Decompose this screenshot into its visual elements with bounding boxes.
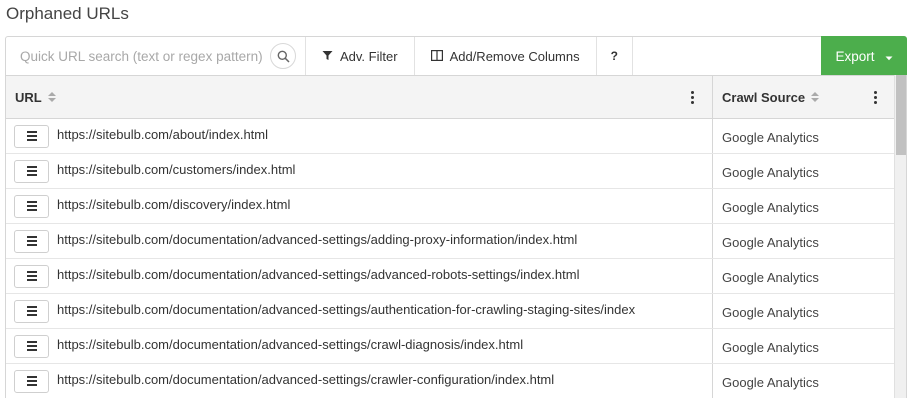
url-cell: https://sitebulb.com/documentation/advan… [6,364,713,398]
column-header-label: Crawl Source [722,89,806,105]
row-menu-button[interactable] [14,334,49,358]
export-button[interactable]: Export [821,36,907,76]
column-header-label: URL [15,89,42,105]
url-text: https://sitebulb.com/documentation/advan… [57,232,578,247]
row-menu-button[interactable] [14,229,49,253]
table-row[interactable]: https://sitebulb.com/about/index.html Go… [6,119,906,154]
url-cell: https://sitebulb.com/discovery/index.htm… [6,189,713,223]
table-row[interactable]: https://sitebulb.com/customers/index.htm… [6,154,906,189]
crawl-source-cell: Google Analytics [722,164,819,180]
column-menu-icon[interactable] [874,91,877,104]
row-menu-button[interactable] [14,369,49,393]
export-label: Export [835,48,875,64]
search-input[interactable] [6,37,268,75]
url-cell: https://sitebulb.com/documentation/advan… [6,259,713,293]
crawl-source-cell: Google Analytics [722,374,819,390]
toolbar: Adv. Filter Add/Remove Columns ? Export [5,36,907,76]
column-header-url[interactable]: URL [6,76,713,118]
data-table: URL Crawl Source https://sitebulb.com/ab… [5,75,907,398]
row-menu-button[interactable] [14,194,49,218]
table-row[interactable]: https://sitebulb.com/discovery/index.htm… [6,189,906,224]
table-row[interactable]: https://sitebulb.com/documentation/advan… [6,259,906,294]
table-row[interactable]: https://sitebulb.com/documentation/advan… [6,364,906,398]
url-text: https://sitebulb.com/customers/index.htm… [57,162,296,177]
url-cell: https://sitebulb.com/documentation/advan… [6,329,713,363]
table-header: URL Crawl Source [6,75,906,119]
row-menu-button[interactable] [14,264,49,288]
row-menu-button[interactable] [14,124,49,148]
table-row[interactable]: https://sitebulb.com/documentation/advan… [6,329,906,364]
vertical-scrollbar[interactable] [894,75,906,398]
url-cell: https://sitebulb.com/about/index.html [6,119,713,153]
search-box [6,37,306,75]
column-menu-icon[interactable] [691,91,694,104]
columns-label: Add/Remove Columns [449,48,580,64]
add-remove-columns-button[interactable]: Add/Remove Columns [415,37,597,75]
table-row[interactable]: https://sitebulb.com/documentation/advan… [6,294,906,329]
crawl-source-cell: Google Analytics [722,234,819,250]
columns-icon [430,49,443,64]
search-icon[interactable] [270,43,296,69]
sort-icon[interactable] [47,92,56,102]
adv-filter-label: Adv. Filter [340,48,398,64]
row-menu-button[interactable] [14,299,49,323]
column-header-crawl-source[interactable]: Crawl Source [713,76,895,118]
url-text: https://sitebulb.com/discovery/index.htm… [57,197,291,212]
crawl-source-cell: Google Analytics [722,304,819,320]
filter-icon [322,49,333,64]
url-text: https://sitebulb.com/documentation/advan… [57,302,636,317]
url-text: https://sitebulb.com/about/index.html [57,127,269,142]
crawl-source-cell: Google Analytics [722,269,819,285]
caret-down-icon [885,49,893,64]
url-cell: https://sitebulb.com/customers/index.htm… [6,154,713,188]
scrollbar-thumb[interactable] [896,75,906,155]
crawl-source-cell: Google Analytics [722,199,819,215]
crawl-source-cell: Google Analytics [722,129,819,145]
url-cell: https://sitebulb.com/documentation/advan… [6,294,713,328]
crawl-source-cell: Google Analytics [722,339,819,355]
table-row[interactable]: https://sitebulb.com/documentation/advan… [6,224,906,259]
url-text: https://sitebulb.com/documentation/advan… [57,372,555,387]
url-text: https://sitebulb.com/documentation/advan… [57,337,524,352]
url-text: https://sitebulb.com/documentation/advan… [57,267,580,282]
adv-filter-button[interactable]: Adv. Filter [306,37,415,75]
sort-icon[interactable] [811,92,820,102]
row-menu-button[interactable] [14,159,49,183]
page-title: Orphaned URLs [6,4,129,23]
help-button[interactable]: ? [597,37,633,75]
url-cell: https://sitebulb.com/documentation/advan… [6,224,713,258]
